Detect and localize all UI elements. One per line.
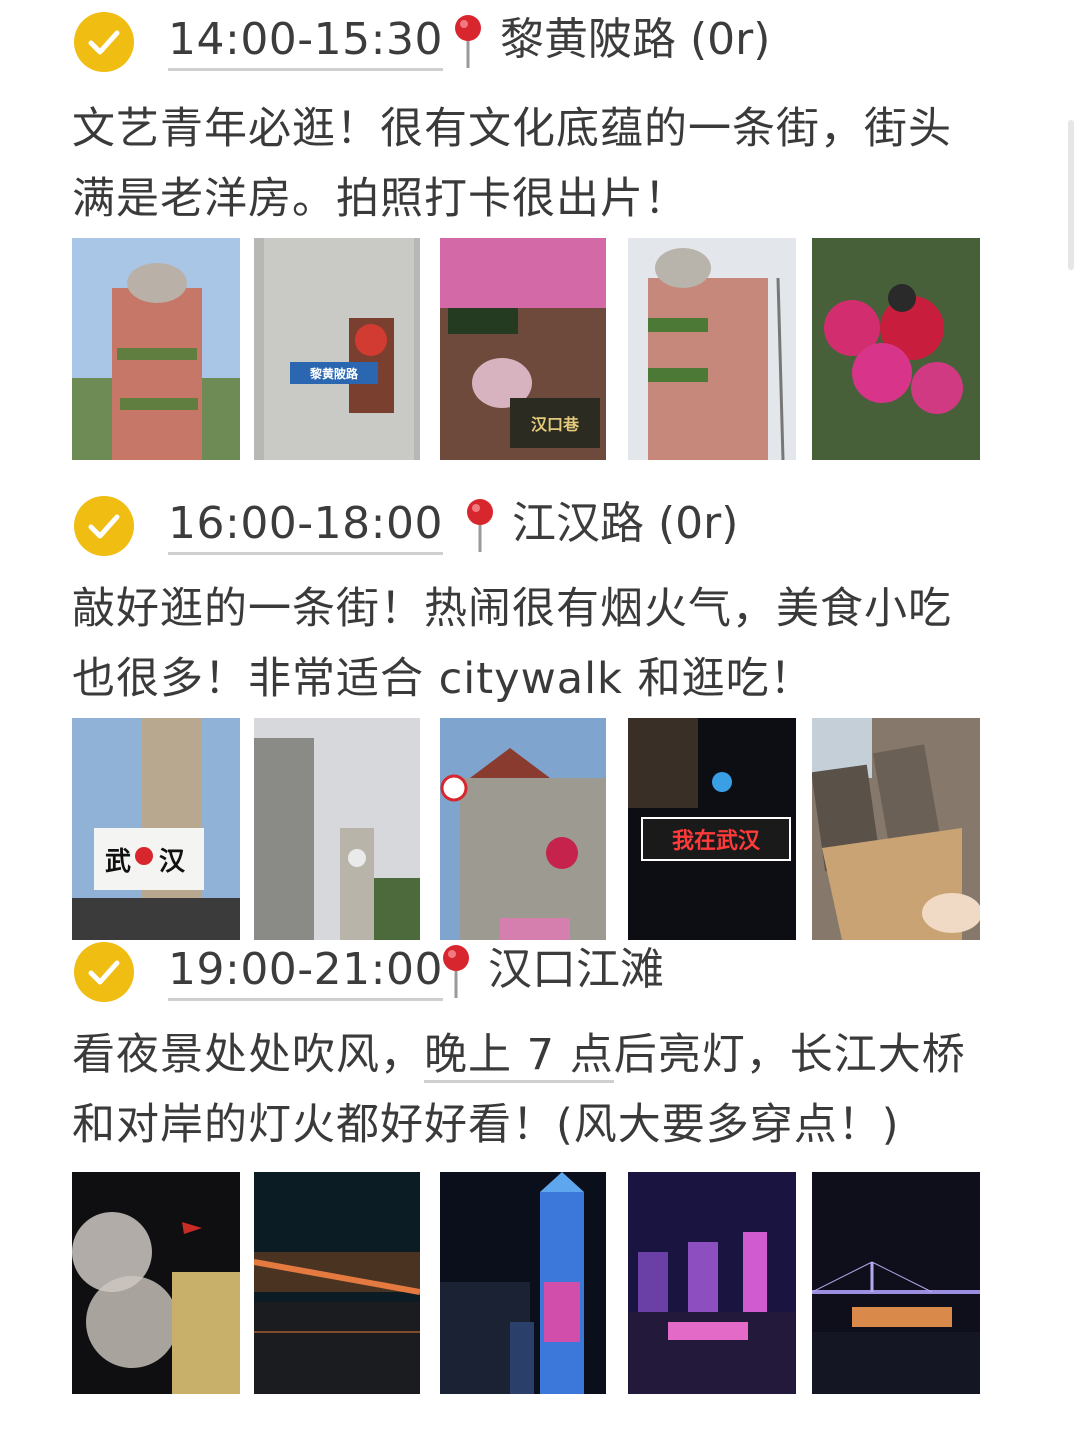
location-pin-icon <box>448 12 488 72</box>
photo-night-neon-sign[interactable]: 我在武汉 <box>628 718 796 940</box>
photo-night-blossoms[interactable] <box>72 1172 240 1394</box>
photo-street-snack[interactable] <box>812 718 980 940</box>
place-name: 江汉路 (0r) <box>512 498 739 549</box>
section-description: 敲好逛的一条街！热闹很有烟火气，美食小吃 也很多！非常适合 citywalk 和… <box>72 574 1012 714</box>
photo-neon-text: 我在武汉 <box>672 828 761 854</box>
section-description: 文艺青年必逛！很有文化底蕴的一条街，街头 满是老洋房。拍照打卡很出片！ <box>72 94 1012 234</box>
check-circle-icon <box>74 12 134 72</box>
photo-wuhan-billboard[interactable]: 武 汉 <box>72 718 240 940</box>
photo-street-sign[interactable]: 黎黄陂路 <box>254 238 420 460</box>
section-heading: 19:00-21:00 汉口江滩 <box>0 936 1080 1002</box>
section-heading: 16:00-18:00 江汉路 (0r) <box>0 490 1080 556</box>
time-range: 16:00-18:00 <box>168 498 443 555</box>
photo-cable-bridge[interactable] <box>812 1172 980 1394</box>
check-circle-icon <box>74 496 134 556</box>
description-text: 后亮灯，长江大桥 <box>613 1030 966 1080</box>
description-text: 看夜景处处吹风， <box>72 1030 424 1080</box>
photo-billboard-text-2: 汉 <box>159 847 186 877</box>
photo-sign-text: 黎黄陂路 <box>310 366 359 381</box>
section-description: 看夜景处处吹风，晚上 7 点后亮灯，长江大桥 和对岸的灯火都好好看！(风大要多穿… <box>72 1020 1012 1160</box>
photo-strip: 黎黄陂路 汉口巷 <box>0 238 1080 460</box>
description-line: 也很多！非常适合 citywalk 和逛吃！ <box>72 654 814 704</box>
photo-skyline-river[interactable] <box>628 1172 796 1394</box>
photo-lit-skyscraper[interactable] <box>440 1172 606 1394</box>
photo-pink-tower-building[interactable] <box>72 238 240 460</box>
photo-strip <box>0 1172 1080 1394</box>
description-line: 敲好逛的一条街！热闹很有烟火气，美食小吃 <box>72 584 952 634</box>
photo-flower-shop[interactable]: 汉口巷 <box>440 238 606 460</box>
location-pin-icon <box>460 496 500 556</box>
place-name: 黎黄陂路 (0r) <box>500 14 771 65</box>
place-name: 汉口江滩 <box>488 944 664 995</box>
photo-shop-sign-text: 汉口巷 <box>531 415 580 434</box>
time-range: 14:00-15:30 <box>168 14 443 71</box>
description-underlined-text: 晚上 7 点 <box>424 1030 614 1083</box>
photo-corner-building[interactable] <box>628 238 796 460</box>
check-circle-icon <box>74 942 134 1002</box>
description-line: 和对岸的灯火都好好看！(风大要多穿点！) <box>72 1100 900 1150</box>
photo-strip: 武 汉 我在武汉 <box>0 718 1080 940</box>
section-heading: 14:00-15:30 黎黄陂路 (0r) <box>0 6 1080 72</box>
photo-yangtze-bridge-night[interactable] <box>254 1172 420 1394</box>
description-line: 满是老洋房。拍照打卡很出片！ <box>72 174 688 224</box>
photo-heart-balloons[interactable] <box>812 238 980 460</box>
time-range: 19:00-21:00 <box>168 944 443 1001</box>
description-line: 看夜景处处吹风，晚上 7 点后亮灯，长江大桥 <box>72 1020 1012 1090</box>
photo-customs-tower[interactable] <box>254 718 420 940</box>
location-pin-icon <box>436 942 476 1002</box>
description-line: 文艺青年必逛！很有文化底蕴的一条街，街头 <box>72 104 952 154</box>
photo-heart-balloon-building[interactable] <box>440 718 606 940</box>
photo-billboard-text-1: 武 <box>105 847 131 877</box>
